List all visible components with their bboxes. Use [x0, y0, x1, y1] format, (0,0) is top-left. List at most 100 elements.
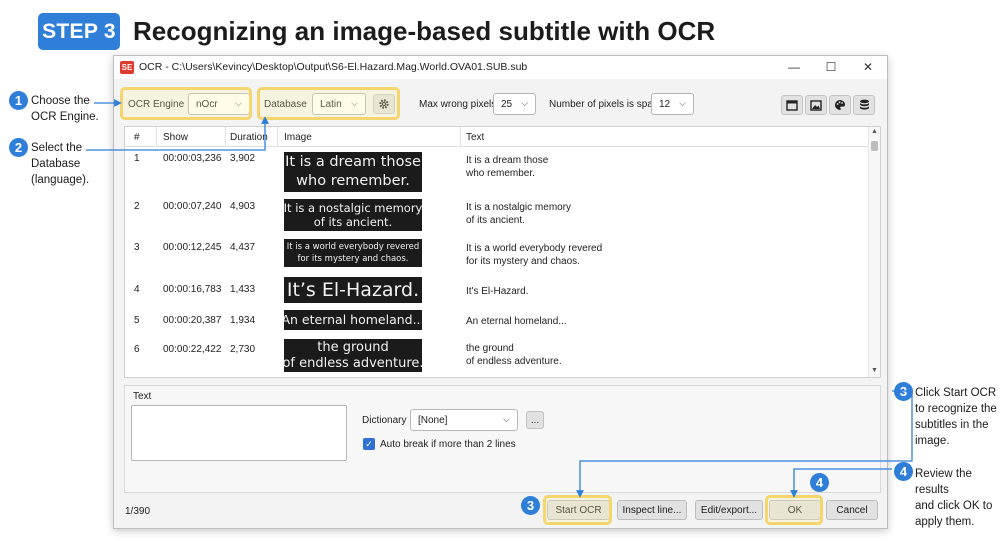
grid-scrollbar[interactable]: ▲ ▼ [868, 127, 880, 377]
row-number: 4 [134, 284, 140, 295]
row-text-line: of its ancient. [466, 215, 525, 226]
callout-3-line: image. [915, 435, 950, 447]
row-show-time: 00:00:03,236 [163, 153, 222, 164]
scroll-down-icon[interactable]: ▼ [871, 367, 878, 374]
row-show-time: 00:00:12,245 [163, 242, 222, 253]
callout-2-number: 2 [9, 138, 28, 157]
title-bar: SE OCR - C:\Users\Kevincy\Desktop\Output… [114, 56, 887, 79]
pixels-space-select[interactable]: 12 ⌵ [651, 93, 694, 115]
auto-break-checkbox[interactable]: ✓ [363, 438, 375, 450]
scroll-up-icon[interactable]: ▲ [871, 128, 878, 135]
dictionary-select[interactable]: [None] ⌵ [410, 409, 518, 431]
dictionary-label: Dictionary [362, 415, 407, 426]
ocr-window: SE OCR - C:\Users\Kevincy\Desktop\Output… [113, 55, 888, 529]
callout-3-line: to recognize the [915, 403, 997, 415]
subtitle-image: It’s El-Hazard. [284, 277, 422, 303]
column-header-image[interactable]: Image [284, 132, 312, 143]
inspect-line-button[interactable]: Inspect line... [617, 500, 687, 520]
subtitle-grid[interactable]: # Show Duration Image Text 1 00:00:03,23… [124, 126, 881, 378]
database-icon [859, 99, 869, 110]
row-text-line: It is a world everybody revered [466, 243, 603, 254]
callout-1-line: OCR Engine. [31, 111, 99, 123]
callout-2-line: Select the [31, 142, 83, 154]
row-text-line: It is a dream those [466, 155, 549, 166]
table-row[interactable]: 4 00:00:16,783 1,433 It’s El-Hazard. It'… [125, 275, 870, 305]
auto-break-label: Auto break if more than 2 lines [380, 439, 516, 450]
subtitle-image-line: for its mystery and chaos. [297, 254, 409, 264]
max-wrong-pixels-select[interactable]: 25 ⌵ [493, 93, 536, 115]
text-edit-panel: Text Dictionary [None] ⌵ ... ✓ Auto brea… [124, 385, 881, 493]
ocr-engine-highlight [120, 87, 252, 120]
close-button[interactable]: ✕ [858, 58, 878, 76]
window-icon [786, 99, 798, 111]
dictionary-value: [None] [418, 414, 448, 426]
row-text-line: the ground [466, 343, 514, 354]
edit-export-button[interactable]: Edit/export... [695, 500, 763, 520]
subtitle-image: It is a nostalgic memory of its ancient. [284, 199, 422, 231]
subtitle-image: the ground of endless adventure. [282, 339, 424, 372]
image-button[interactable] [805, 95, 827, 115]
window-button[interactable] [781, 95, 803, 115]
row-number: 1 [134, 153, 140, 164]
table-row[interactable]: 1 00:00:03,236 3,902 It is a dream those… [125, 148, 870, 192]
callout-1-line: Choose the [31, 95, 90, 107]
column-header-number[interactable]: # [134, 132, 140, 143]
subtitle-image-line: who remember. [296, 173, 410, 189]
palette-icon [835, 100, 845, 110]
callout-3-text: Click Start OCR to recognize the subtitl… [915, 385, 997, 449]
row-show-time: 00:00:22,422 [163, 344, 222, 355]
grid-header: # Show Duration Image Text [125, 127, 870, 147]
row-text-line: It is a nostalgic memory [466, 202, 572, 213]
column-header-text[interactable]: Text [466, 132, 484, 143]
row-duration: 3,902 [230, 153, 256, 164]
cancel-button[interactable]: Cancel [826, 500, 878, 520]
row-text-line: who remember. [466, 168, 535, 179]
chevron-down-icon: ⌵ [521, 98, 528, 108]
start-ocr-highlight [543, 495, 612, 525]
callout-2-text: Select the Database (language). [31, 140, 89, 188]
row-show-time: 00:00:20,387 [163, 315, 222, 326]
text-label: Text [133, 391, 152, 402]
table-row[interactable]: 5 00:00:20,387 1,934 An eternal homeland… [125, 308, 870, 334]
table-row[interactable]: 3 00:00:12,245 4,437 It is a world every… [125, 237, 870, 271]
text-editor[interactable] [131, 405, 347, 461]
chevron-down-icon: ⌵ [679, 98, 686, 108]
row-show-time: 00:00:16,783 [163, 284, 222, 295]
pixels-space-value: 12 [659, 98, 671, 110]
table-row[interactable]: 2 00:00:07,240 4,903 It is a nostalgic m… [125, 196, 870, 232]
column-header-duration[interactable]: Duration [230, 132, 268, 143]
row-duration: 4,903 [230, 201, 256, 212]
subtitle-image-line: of endless adventure. [282, 355, 424, 371]
row-show-time: 00:00:07,240 [163, 201, 222, 212]
maximize-button[interactable]: ☐ [821, 58, 841, 76]
row-text: It's El-Hazard. [466, 285, 528, 298]
column-header-show[interactable]: Show [163, 132, 188, 143]
database-highlight [257, 87, 400, 120]
subtitle-image-line: It is a dream those [285, 154, 421, 170]
max-wrong-pixels-label: Max wrong pixels [419, 99, 497, 110]
pixels-space-label: Number of pixels is space [549, 99, 664, 110]
palette-button[interactable] [829, 95, 851, 115]
row-number: 2 [134, 201, 140, 212]
database-button[interactable] [853, 95, 875, 115]
callout-3-line: Click Start OCR [915, 387, 997, 399]
row-text-line: An eternal homeland... [466, 316, 567, 327]
row-text: the ground of endless adventure. [466, 342, 562, 368]
row-duration: 4,437 [230, 242, 256, 253]
column-separator [277, 127, 278, 147]
row-text: An eternal homeland... [466, 315, 567, 328]
scrollbar-thumb[interactable] [871, 141, 878, 151]
row-duration: 2,730 [230, 344, 256, 355]
callout-2-line: Database [31, 158, 81, 170]
dictionary-more-button[interactable]: ... [526, 411, 544, 429]
minimize-button[interactable]: — [784, 58, 804, 76]
tutorial-page: STEP 3 Recognizing an image-based subtit… [0, 0, 1000, 541]
subtitle-image: An eternal homeland... [281, 310, 425, 330]
callout-1-number: 1 [9, 91, 28, 110]
app-icon: SE [120, 61, 134, 74]
callout-3-number: 3 [894, 382, 913, 401]
callout-4-number: 4 [894, 462, 913, 481]
row-number: 5 [134, 315, 140, 326]
table-row[interactable]: 6 00:00:22,422 2,730 the ground of endle… [125, 337, 870, 373]
window-title: OCR - C:\Users\Kevincy\Desktop\Output\S6… [139, 61, 528, 73]
